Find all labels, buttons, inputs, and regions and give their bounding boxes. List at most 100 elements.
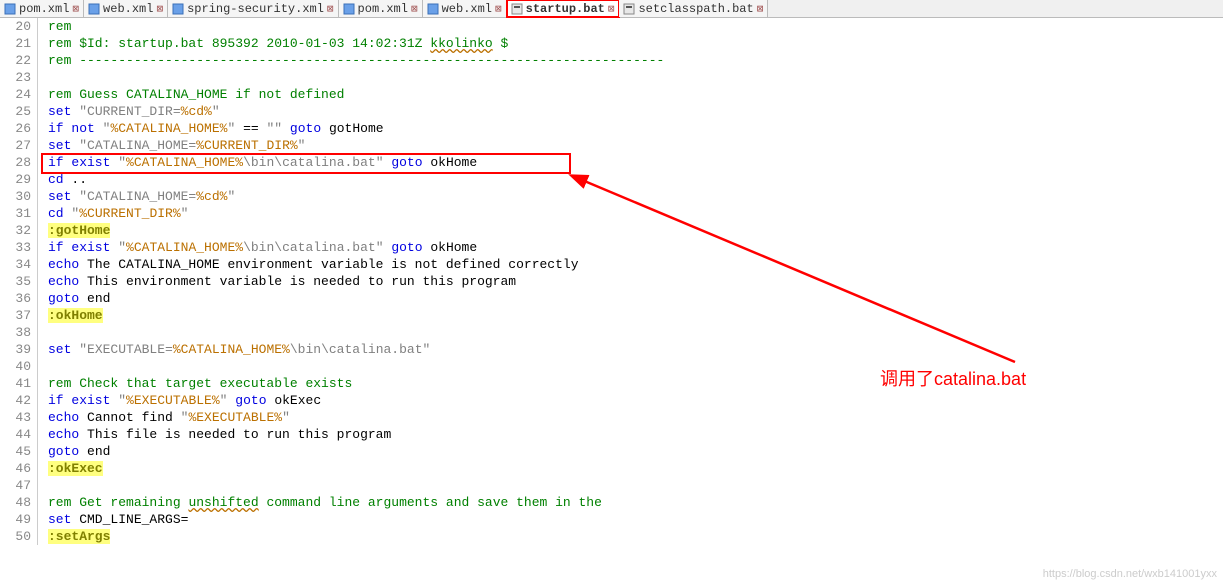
line-number: 39 <box>0 341 31 358</box>
code-token: set <box>48 342 71 357</box>
code-token: :setArgs <box>48 529 110 544</box>
code-line[interactable]: set "CATALINA_HOME=%CURRENT_DIR%" <box>38 137 1223 154</box>
code-line[interactable]: echo This environment variable is needed… <box>38 273 1223 290</box>
code-token: %CURRENT_DIR% <box>79 206 180 221</box>
xml-file-icon <box>4 3 16 15</box>
line-number: 40 <box>0 358 31 375</box>
line-number: 20 <box>0 18 31 35</box>
code-line[interactable]: if exist "%EXECUTABLE%" goto okExec <box>38 392 1223 409</box>
code-line[interactable] <box>38 324 1223 341</box>
code-token: okExec <box>267 393 322 408</box>
code-line[interactable]: if not "%CATALINA_HOME%" == "" goto gotH… <box>38 120 1223 137</box>
bat-file-icon <box>623 3 635 15</box>
code-token: \bin\catalina.bat" <box>290 342 430 357</box>
close-icon[interactable]: ⊠ <box>757 2 764 16</box>
code-token: end <box>79 291 110 306</box>
code-token: echo <box>48 410 79 425</box>
code-token: "CURRENT_DIR= <box>79 104 180 119</box>
line-number: 31 <box>0 205 31 222</box>
line-number: 33 <box>0 239 31 256</box>
line-number: 36 <box>0 290 31 307</box>
line-number: 48 <box>0 494 31 511</box>
code-line[interactable]: cd "%CURRENT_DIR%" <box>38 205 1223 222</box>
code-token: echo <box>48 257 79 272</box>
code-token: "CATALINA_HOME= <box>79 138 196 153</box>
close-icon[interactable]: ⊠ <box>327 2 334 16</box>
tab-label: web.xml <box>442 2 492 16</box>
tab-web-xml[interactable]: web.xml⊠ <box>84 0 168 17</box>
code-token: goto <box>48 291 79 306</box>
code-token: %CATALINA_HOME% <box>126 155 243 170</box>
code-line[interactable]: rem Guess CATALINA_HOME if not defined <box>38 86 1223 103</box>
code-token: kkolinko <box>430 36 492 51</box>
code-line[interactable]: echo Cannot find "%EXECUTABLE%" <box>38 409 1223 426</box>
code-line[interactable]: goto end <box>38 443 1223 460</box>
line-number: 45 <box>0 443 31 460</box>
code-line[interactable]: echo This file is needed to run this pro… <box>38 426 1223 443</box>
code-line[interactable]: set CMD_LINE_ARGS= <box>38 511 1223 528</box>
xml-file-icon <box>172 3 184 15</box>
code-token: " <box>298 138 306 153</box>
tab-label: setclasspath.bat <box>638 2 753 16</box>
code-token: \bin\catalina.bat" <box>243 240 383 255</box>
tab-label: startup.bat <box>526 2 605 16</box>
close-icon[interactable]: ⊠ <box>608 2 615 16</box>
code-line[interactable]: cd .. <box>38 171 1223 188</box>
code-token: %EXECUTABLE% <box>188 410 282 425</box>
code-token: echo <box>48 274 79 289</box>
code-token: rem ------------------------------------… <box>48 53 664 68</box>
code-token: This file is needed to run this program <box>79 427 391 442</box>
code-content[interactable]: remrem $Id: startup.bat 895392 2010-01-0… <box>38 18 1223 545</box>
code-line[interactable]: rem <box>38 18 1223 35</box>
code-line[interactable]: rem Get remaining unshifted command line… <box>38 494 1223 511</box>
tab-pom-xml[interactable]: pom.xml⊠ <box>339 0 423 17</box>
code-line[interactable] <box>38 69 1223 86</box>
line-number: 42 <box>0 392 31 409</box>
code-line[interactable]: :gotHome <box>38 222 1223 239</box>
code-line[interactable]: rem $Id: startup.bat 895392 2010-01-03 1… <box>38 35 1223 52</box>
line-number: 24 <box>0 86 31 103</box>
line-number: 30 <box>0 188 31 205</box>
code-token: :gotHome <box>48 223 110 238</box>
line-number: 43 <box>0 409 31 426</box>
code-token: end <box>79 444 110 459</box>
close-icon[interactable]: ⊠ <box>495 2 502 16</box>
code-line[interactable]: rem ------------------------------------… <box>38 52 1223 69</box>
line-number: 21 <box>0 35 31 52</box>
code-line[interactable]: echo The CATALINA_HOME environment varia… <box>38 256 1223 273</box>
code-line[interactable]: goto end <box>38 290 1223 307</box>
line-number-gutter: 2021222324252627282930313233343536373839… <box>0 18 38 545</box>
code-line[interactable]: rem Check that target executable exists <box>38 375 1223 392</box>
code-token: This environment variable is needed to r… <box>79 274 516 289</box>
code-token: goto <box>235 393 266 408</box>
code-token: rem $Id: startup.bat 895392 2010-01-03 1… <box>48 36 430 51</box>
code-line[interactable]: if exist "%CATALINA_HOME%\bin\catalina.b… <box>38 239 1223 256</box>
code-line[interactable]: :okHome <box>38 307 1223 324</box>
tab-pom-xml[interactable]: pom.xml⊠ <box>0 0 84 17</box>
tab-setclasspath-bat[interactable]: setclasspath.bat ⊠ <box>619 0 768 17</box>
code-token: rem Check that target executable exists <box>48 376 352 391</box>
code-token: set <box>48 189 71 204</box>
close-icon[interactable]: ⊠ <box>72 2 79 16</box>
code-token: " <box>227 189 235 204</box>
tab-startup-bat[interactable]: startup.bat⊠ <box>507 0 620 17</box>
code-line[interactable]: set "EXECUTABLE=%CATALINA_HOME%\bin\cata… <box>38 341 1223 358</box>
code-line[interactable]: set "CURRENT_DIR=%cd%" <box>38 103 1223 120</box>
code-line[interactable]: :okExec <box>38 460 1223 477</box>
line-number: 28 <box>0 154 31 171</box>
code-line[interactable] <box>38 477 1223 494</box>
code-line[interactable] <box>38 358 1223 375</box>
tab-spring-security-xml[interactable]: spring-security.xml⊠ <box>168 0 338 17</box>
tab-web-xml[interactable]: web.xml⊠ <box>423 0 507 17</box>
close-icon[interactable]: ⊠ <box>156 2 163 16</box>
code-line[interactable]: if exist "%CATALINA_HOME%\bin\catalina.b… <box>38 154 1223 171</box>
code-token: cd <box>48 172 64 187</box>
watermark: https://blog.csdn.net/wxb141001yxx <box>1043 568 1217 580</box>
line-number: 26 <box>0 120 31 137</box>
code-line[interactable]: set "CATALINA_HOME=%cd%" <box>38 188 1223 205</box>
code-token: "CATALINA_HOME= <box>79 189 196 204</box>
tab-bar: pom.xml⊠web.xml⊠spring-security.xml⊠pom.… <box>0 0 1223 18</box>
close-icon[interactable]: ⊠ <box>411 2 418 16</box>
code-line[interactable]: :setArgs <box>38 528 1223 545</box>
line-number: 49 <box>0 511 31 528</box>
